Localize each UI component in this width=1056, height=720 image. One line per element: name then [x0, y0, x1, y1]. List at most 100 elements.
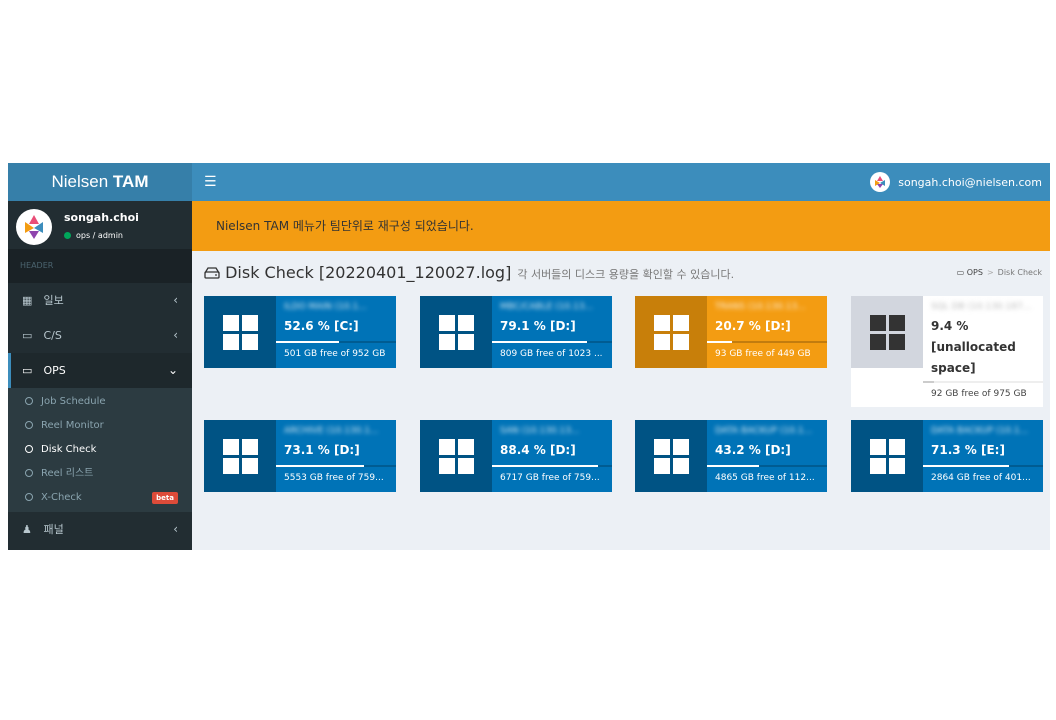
info-box-content: DATA BACKUP (10.1... 43.2 % [D:] 4865 GB f… — [707, 420, 827, 492]
sidebar-item-label: 일보 — [43, 294, 64, 307]
usage-progress-fill — [923, 381, 935, 383]
usage-progress-fill — [276, 341, 340, 343]
disk-info-box[interactable]: MBC/CABLE (10.13... 79.1 % [D:] 809 GB fre… — [420, 296, 612, 368]
icon-area — [420, 296, 492, 368]
usage-percent: 20.7 % [D:] — [715, 319, 791, 333]
circle-icon — [25, 493, 33, 501]
disk-info-box[interactable]: ILDO MAIN (10.1... 52.6 % [C:] 501 GB free… — [204, 296, 396, 368]
submenu-disk-check[interactable]: Disk Check — [8, 438, 192, 462]
usage-percent: 52.6 % [C:] — [284, 319, 359, 333]
icon-area — [635, 296, 707, 368]
free-space: 93 GB free of 449 GB — [715, 349, 811, 359]
sidebar-item-panel[interactable]: ♟ 패널 ‹ — [8, 512, 192, 547]
disk-info-box[interactable]: SQL DB (10.130.187... 9.4 % [unallocated … — [851, 296, 1043, 407]
windows-icon — [439, 439, 474, 474]
main-content: Nielsen TAM 메뉴가 팀단위로 재구성 되었습니다. Disk Che… — [192, 201, 1050, 550]
usage-progress — [707, 465, 827, 467]
user-role-text: ops / admin — [76, 231, 123, 240]
server-name: SQL DB (10.130.187... — [931, 302, 1032, 312]
top-navbar: ☰ songah.choi@nielsen.com — [192, 163, 1050, 201]
icon-area — [635, 420, 707, 492]
sidebar-item-cs[interactable]: ▭ C/S ‹ — [8, 318, 192, 353]
usage-progress-fill — [707, 341, 732, 343]
app-window: Nielsen TAM ☰ songah.choi@nielsen.com so… — [8, 163, 1050, 550]
submenu-label: Disk Check — [41, 444, 97, 455]
submenu-label: Job Schedule — [41, 396, 106, 407]
chevron-left-icon: ‹ — [173, 293, 178, 307]
windows-icon — [439, 315, 474, 350]
sidebar-item-label: OPS — [43, 364, 66, 377]
usage-progress-fill — [276, 465, 364, 467]
info-box-content: ILDO MAIN (10.1... 52.6 % [C:] 501 GB free… — [276, 296, 396, 368]
submenu-reel-list[interactable]: Reel 리스트 — [8, 462, 192, 486]
usage-percent: 9.4 % [unallocated space] — [931, 319, 1016, 375]
disk-info-box[interactable]: TRANS (10.130.13... 20.7 % [D:] 93 GB free… — [635, 296, 827, 368]
user-name: songah.choi — [64, 211, 139, 224]
info-box-content: MBC/CABLE (10.13... 79.1 % [D:] 809 GB fre… — [492, 296, 612, 368]
disk-info-box[interactable]: DATA BACKUP (10.1... 43.2 % [D:] 4865 GB f… — [635, 420, 827, 492]
beta-badge: beta — [152, 492, 178, 504]
circle-icon — [25, 421, 33, 429]
free-space: 4865 GB free of 112... — [715, 473, 815, 483]
usage-percent: 43.2 % [D:] — [715, 443, 791, 457]
icon-area — [204, 420, 276, 492]
chevron-left-icon: ‹ — [173, 522, 178, 536]
online-status-icon — [64, 232, 71, 239]
submenu-job-schedule[interactable]: Job Schedule — [8, 390, 192, 414]
submenu-label: X-Check — [41, 492, 82, 503]
free-space: 6717 GB free of 759... — [500, 473, 600, 483]
usage-percent: 71.3 % [E:] — [931, 443, 1005, 457]
calendar-icon: ▦ — [22, 294, 33, 307]
usage-progress — [923, 381, 1043, 383]
free-space: 2864 GB free of 401... — [931, 473, 1031, 483]
disk-info-box[interactable]: ARCHIVE (10.130.1... 73.1 % [D:] 5553 GB f… — [204, 420, 396, 492]
disk-info-box[interactable]: DATA BACKUP (10.1... 71.3 % [E:] 2864 GB f… — [851, 420, 1043, 492]
windows-icon — [870, 439, 905, 474]
app-logo[interactable]: Nielsen TAM — [8, 163, 192, 201]
usage-progress — [923, 465, 1043, 467]
disk-info-box[interactable]: SAN (10.130.13... 88.4 % [D:] 6717 GB free… — [420, 420, 612, 492]
submenu-reel-monitor[interactable]: Reel Monitor — [8, 414, 192, 438]
free-space: 92 GB free of 975 GB — [931, 389, 1027, 399]
windows-icon — [654, 439, 689, 474]
usage-progress-fill — [492, 341, 587, 343]
free-space: 809 GB free of 1023 ... — [500, 349, 603, 359]
user-role: ops / admin — [64, 231, 123, 240]
breadcrumb-ops[interactable]: OPS — [967, 268, 983, 277]
usage-progress — [276, 465, 396, 467]
breadcrumb: ▭ OPS > Disk Check — [956, 268, 1042, 277]
submenu-label: Reel Monitor — [41, 420, 104, 431]
usage-percent: 79.1 % [D:] — [500, 319, 576, 333]
server-name: ARCHIVE (10.130.1... — [284, 426, 379, 436]
chevron-left-icon: ‹ — [173, 328, 178, 342]
usage-progress — [707, 341, 827, 343]
notice-banner: Nielsen TAM 메뉴가 팀단위로 재구성 되었습니다. — [192, 201, 1050, 251]
sidebar-item-label: C/S — [43, 329, 62, 342]
info-box-content: SQL DB (10.130.187... 9.4 % [unallocated … — [923, 296, 1043, 407]
circle-icon — [25, 469, 33, 477]
info-box-content: DATA BACKUP (10.1... 71.3 % [E:] 2864 GB f… — [923, 420, 1043, 492]
sidebar-item-label: 패널 — [43, 523, 64, 536]
logo-bold: TAM — [112, 172, 149, 191]
sidebar-item-ops[interactable]: ▭ OPS ⌄ — [8, 353, 192, 388]
user-menu[interactable]: songah.choi@nielsen.com — [870, 171, 1042, 193]
icon-area — [851, 420, 923, 492]
server-name: SAN (10.130.13... — [500, 426, 580, 436]
windows-icon — [223, 315, 258, 350]
server-name: TRANS (10.130.13... — [715, 302, 806, 312]
page-title-text: Disk Check [20220401_120027.log] — [225, 263, 512, 282]
user-panel: songah.choi ops / admin — [8, 201, 192, 249]
submenu-x-check[interactable]: X-Check beta — [8, 486, 192, 510]
info-box-content: TRANS (10.130.13... 20.7 % [D:] 93 GB free… — [707, 296, 827, 368]
server-name: DATA BACKUP (10.1... — [931, 426, 1029, 436]
sidebar-header: HEADER — [8, 249, 192, 283]
avatar — [16, 209, 52, 245]
breadcrumb-current: Disk Check — [997, 268, 1042, 277]
server-name: DATA BACKUP (10.1... — [715, 426, 813, 436]
usage-percent: 73.1 % [D:] — [284, 443, 360, 457]
avatar — [870, 172, 891, 192]
sidebar-item-ilbo[interactable]: ▦ 일보 ‹ — [8, 283, 192, 318]
hamburger-icon[interactable]: ☰ — [204, 173, 217, 191]
windows-icon — [654, 315, 689, 350]
submenu-label: Reel 리스트 — [41, 468, 94, 479]
